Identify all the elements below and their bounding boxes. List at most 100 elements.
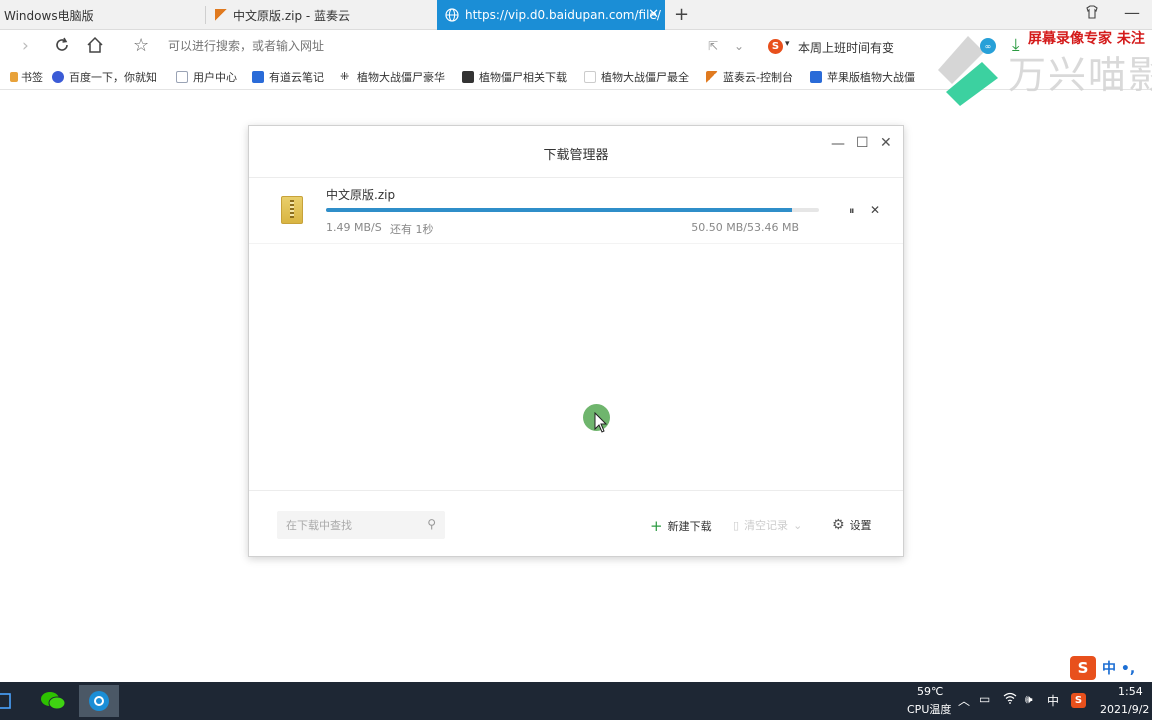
file-name[interactable]: 中文原版.zip [326,186,395,203]
battery-icon[interactable]: ▭ [979,692,990,706]
trash-icon: ▯ [733,518,740,532]
globe-icon [445,8,459,22]
download-speed: 1.49 MB/S [326,221,382,234]
bookmark-item[interactable]: 有道云笔记 [252,69,324,85]
minimize-window-button[interactable]: — [1124,3,1140,22]
filmora-watermark: 万兴喵影 [1008,53,1152,97]
bookmark-item[interactable]: 百度一下，你就知 [52,69,157,85]
bookmark-star-icon[interactable]: ☆ [133,35,149,56]
sogou-tray-icon[interactable]: S [1071,692,1086,708]
divider [249,177,903,178]
divider [249,490,903,491]
search-engine-dropdown-icon[interactable]: ▾ [785,39,790,49]
cancel-download-button[interactable]: ✕ [870,203,880,217]
tab-separator [205,6,206,24]
mouse-cursor-icon [594,412,608,433]
search-icon[interactable]: ⚲ [427,517,436,531]
dialog-title: 下载管理器 [543,148,609,163]
bookmark-item[interactable]: 蓝奏云-控制台 [706,69,793,85]
close-dialog-button[interactable]: ✕ [880,135,892,151]
minimize-dialog-button[interactable]: — [831,136,845,152]
download-size: 50.50 MB/53.46 MB [691,221,799,234]
bookmark-item[interactable]: 书签 [10,69,43,85]
chevron-up-icon[interactable]: ︿ [958,692,970,709]
lanzou-favicon-icon [706,71,718,83]
tab-lanzou[interactable]: 中文原版.zip - 蓝奏云 [213,0,435,30]
youdao-note-icon [252,71,264,83]
sogou-ime-icon: S [1070,656,1096,680]
bookmark-label: 植物大战僵尸最全 [601,71,689,84]
tab-label: Windows电脑版 [4,8,94,23]
task-view-icon[interactable] [0,685,18,717]
new-download-label: 新建下载 [667,520,712,533]
address-input[interactable] [168,39,588,53]
grid-icon: ⁜ [340,71,352,83]
page-icon [584,71,596,83]
bookmark-label: 用户中心 [193,71,237,84]
new-tab-button[interactable]: + [674,4,689,25]
time-remaining: 还有 1秒 [390,223,434,236]
volume-icon[interactable]: 🕪 [1025,692,1033,707]
home-icon[interactable] [86,36,104,59]
bookmark-label: 书签 [21,71,43,84]
tshirt-skin-icon[interactable] [1085,5,1099,23]
download-manager-dialog: 下载管理器 — ☐ ✕ 中文原版.zip 1.49 MB/S 还有 1秒 50.… [248,125,904,557]
lanzou-favicon-icon [215,9,227,21]
settings-button[interactable]: ⚙ 设置 [832,517,872,533]
taskbar: 59℃ CPU温度 ︿ ▭ 🕪 中 S 1:54 2021/9/2 [0,682,1152,720]
clear-records-button[interactable]: ▯ 清空记录 ⌄ [733,517,802,533]
search-hint-text[interactable]: 本周上班时间有变 [798,39,894,56]
clock-time[interactable]: 1:54 [1118,685,1143,698]
divider [249,243,903,244]
clear-records-label: 清空记录 [744,519,789,532]
ime-toolbar[interactable]: S 中 •, [1070,656,1135,680]
cpu-temperature: 59℃ [917,685,944,698]
download-search-box: ⚲ [277,511,445,539]
pause-download-button[interactable]: ⏸ [849,204,855,218]
bookmark-item[interactable]: 植物大战僵尸最全 [584,69,689,85]
chevron-down-icon[interactable]: ⌄ [734,39,744,53]
wifi-icon[interactable] [1003,692,1017,707]
tab-label: https://vip.d0.baidupan.com/file/ [465,8,661,22]
download-progress-bar [326,208,819,212]
bookmark-item[interactable]: 用户中心 [176,69,237,85]
chevron-down-icon: ⌄ [793,518,803,532]
baidu-paw-icon [52,71,64,83]
bookmark-label: 植物大战僵尸豪华 [357,71,445,84]
bookmark-folder-icon [10,72,18,82]
clock-date[interactable]: 2021/9/2 [1100,703,1149,716]
gear-icon: ⚙ [832,517,845,533]
bookmark-item[interactable]: ⁜ 植物大战僵尸豪华 [340,69,445,85]
cpu-temperature-label: CPU温度 [907,703,952,716]
sogou-search-icon[interactable]: S [768,38,783,54]
forward-icon[interactable]: › [22,36,29,56]
plus-icon: + [650,517,663,535]
wechat-icon[interactable] [33,685,73,717]
bookmark-item[interactable]: 苹果版植物大战僵 [810,69,915,85]
input-language[interactable]: 中 [1047,692,1059,709]
maximize-dialog-button[interactable]: ☐ [856,135,869,151]
close-tab-icon[interactable]: ✕ [648,7,659,23]
bookmark-label: 有道云笔记 [269,71,324,84]
download-progress-fill [326,208,792,212]
page-icon [176,71,188,83]
download-search-input[interactable] [277,511,417,539]
svg-text:∞: ∞ [985,42,992,51]
bookmark-label: 苹果版植物大战僵 [827,71,915,84]
tab-bar: Windows电脑版 中文原版.zip - 蓝奏云 https://vip.d0… [0,0,1152,30]
share-icon[interactable]: ⇱ [708,39,718,53]
tab-baidupan-file[interactable]: https://vip.d0.baidupan.com/file/ ✕ [437,0,665,30]
browser-taskbar-icon[interactable] [79,685,119,717]
tab-windows-pc[interactable]: Windows电脑版 [0,0,205,30]
wondershare-logo-icon: ∞ [938,36,998,106]
bookmark-item[interactable]: 植物僵尸相关下载 [462,69,567,85]
settings-label: 设置 [849,519,872,532]
doc-icon [810,71,822,83]
bookmark-label: 植物僵尸相关下载 [479,71,567,84]
refresh-icon[interactable] [53,36,71,59]
new-download-button[interactable]: + 新建下载 [650,517,712,535]
zip-file-icon [281,196,303,224]
bookmark-label: 百度一下，你就知 [69,71,157,84]
tab-label: 中文原版.zip - 蓝奏云 [233,8,351,23]
bookmark-label: 蓝奏云-控制台 [723,71,793,84]
